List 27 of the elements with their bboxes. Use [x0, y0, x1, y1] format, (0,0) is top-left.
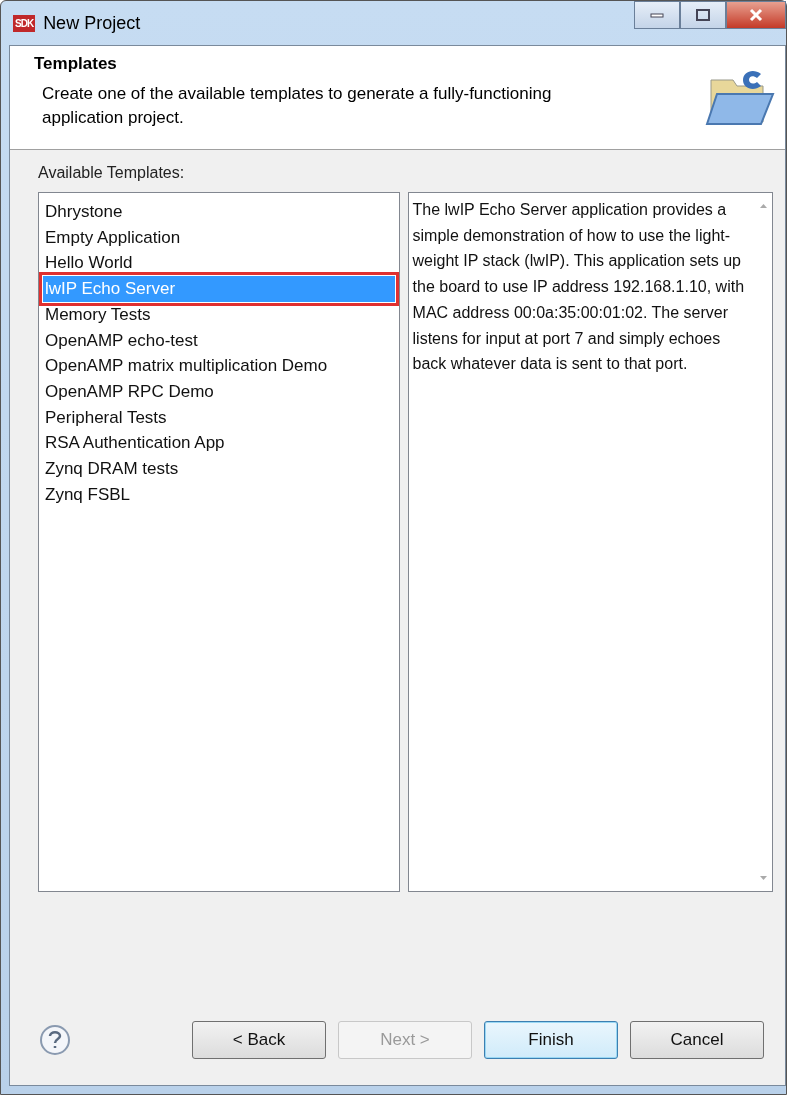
page-description: Create one of the available templates to generate a fully-functioning application project.: [41, 83, 553, 129]
app-logo: SDK: [13, 14, 36, 32]
close-icon: [748, 8, 764, 22]
window-title: New Project: [43, 12, 142, 34]
template-item[interactable]: OpenAMP RPC Demo: [43, 378, 395, 405]
template-item[interactable]: Dhrystone: [43, 199, 395, 225]
maximize-icon: [696, 9, 710, 21]
template-item[interactable]: Empty Application: [43, 224, 395, 251]
minimize-icon: [650, 12, 664, 18]
template-item[interactable]: Zynq FSBL: [43, 481, 395, 508]
dialog-button[interactable]: Finish: [484, 1021, 618, 1059]
template-item[interactable]: Hello World: [43, 250, 395, 277]
template-item[interactable]: Peripheral Tests: [43, 404, 395, 431]
minimize-button[interactable]: [634, 1, 680, 29]
template-item[interactable]: Memory Tests: [43, 301, 395, 328]
template-item[interactable]: OpenAMP matrix multiplication Demo: [43, 353, 395, 379]
dialog-button[interactable]: Cancel: [630, 1021, 764, 1059]
template-item[interactable]: RSA Authentication App: [43, 430, 395, 457]
template-item[interactable]: OpenAMP echo-test: [43, 327, 395, 354]
list-label: Available Templates:: [38, 164, 186, 182]
dialog-button[interactable]: < Back: [192, 1021, 326, 1059]
close-button[interactable]: [726, 1, 786, 29]
page-title: Templates: [34, 54, 118, 74]
maximize-button[interactable]: [680, 1, 726, 29]
template-item[interactable]: Zynq DRAM tests: [43, 456, 395, 482]
template-description: The lwIP Echo Server application provides a simple demonstration of how to use the light-weight IP stack (lwIP). This application sets up the board to use IP address 192.168.1.10, with MAC address 00:0a:35:00:01:02. The server listens for input at port 7 and simply echoes back whatever data is sent to that port.: [411, 200, 746, 375]
help-icon[interactable]: [38, 1023, 72, 1057]
